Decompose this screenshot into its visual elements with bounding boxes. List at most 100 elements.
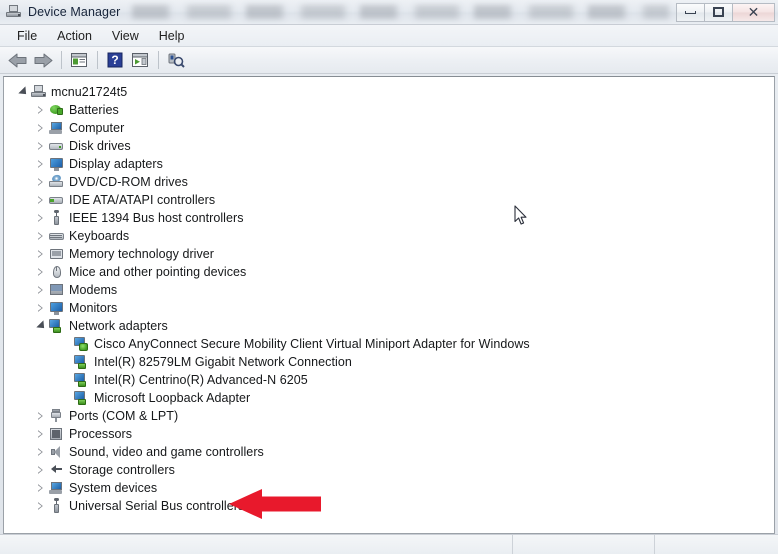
expander-closed-icon[interactable] [34, 119, 48, 137]
tree-node-label: Universal Serial Bus controllers [69, 499, 245, 513]
expander-open-icon[interactable] [34, 317, 48, 335]
tree-node-ide-controllers[interactable]: IDE ATA/ATAPI controllers [10, 191, 774, 209]
expander-closed-icon[interactable] [34, 497, 48, 515]
window-title: Device Manager [28, 5, 121, 19]
tree-node-computer[interactable]: Computer [10, 119, 774, 137]
tree-node-root[interactable]: mcnu21724t5 [10, 83, 774, 101]
network-adapter-child-icon [73, 336, 90, 352]
help-button[interactable]: ? [103, 49, 127, 71]
keyboard-icon [48, 228, 65, 244]
expander-closed-icon[interactable] [34, 263, 48, 281]
show-hide-console-tree-button[interactable] [128, 49, 152, 71]
menu-item-action[interactable]: Action [48, 27, 101, 45]
status-pane-secondary [512, 535, 654, 554]
forward-button[interactable] [31, 49, 55, 71]
computer-icon [30, 84, 47, 100]
tree-node-keyboards[interactable]: Keyboards [10, 227, 774, 245]
expander-closed-icon[interactable] [34, 407, 48, 425]
window-controls: ✕ [676, 2, 775, 22]
expander-closed-icon[interactable] [34, 245, 48, 263]
tree-node-microsoft-loopback-adapter[interactable]: Microsoft Loopback Adapter [10, 389, 774, 407]
tree-node-label: Intel(R) Centrino(R) Advanced-N 6205 [94, 373, 308, 387]
tree-node-ports[interactable]: Ports (COM & LPT) [10, 407, 774, 425]
tree-node-memory-technology-driver[interactable]: Memory technology driver [10, 245, 774, 263]
storage-controller-icon [48, 462, 65, 478]
tree-node-network-adapters[interactable]: Network adapters [10, 317, 774, 335]
device-manager-icon [5, 4, 23, 20]
tree-node-display-adapters[interactable]: Display adapters [10, 155, 774, 173]
title-bar: Device Manager ✕ [0, 0, 778, 25]
help-question-icon: ? [107, 52, 123, 68]
status-bar [0, 534, 778, 554]
toolbar-separator [61, 51, 62, 69]
expander-closed-icon[interactable] [34, 461, 48, 479]
usb-controller-icon [48, 498, 65, 514]
mouse-pointer [514, 205, 528, 226]
tree-node-intel-82579lm[interactable]: Intel(R) 82579LM Gigabit Network Connect… [10, 353, 774, 371]
expander-open-icon[interactable] [16, 83, 30, 101]
device-manager-window: Device Manager ✕ File Action View Help ?… [0, 0, 778, 554]
device-tree: mcnu21724t5 Batteries Computer Disk driv… [4, 77, 774, 515]
expander-closed-icon[interactable] [34, 227, 48, 245]
expander-closed-icon[interactable] [34, 443, 48, 461]
tree-node-label: Mice and other pointing devices [69, 265, 247, 279]
tree-node-monitors[interactable]: Monitors [10, 299, 774, 317]
properties-icon [71, 53, 87, 67]
tree-node-label: Monitors [69, 301, 118, 315]
tree-node-label: Network adapters [69, 319, 168, 333]
tree-node-modems[interactable]: Modems [10, 281, 774, 299]
back-button[interactable] [6, 49, 30, 71]
expander-closed-icon[interactable] [34, 191, 48, 209]
svg-text:?: ? [111, 53, 118, 67]
expander-closed-icon[interactable] [34, 137, 48, 155]
expander-closed-icon[interactable] [34, 299, 48, 317]
maximize-icon [713, 7, 724, 17]
menu-item-view[interactable]: View [103, 27, 148, 45]
tree-node-batteries[interactable]: Batteries [10, 101, 774, 119]
maximize-button[interactable] [704, 2, 733, 22]
expander-closed-icon[interactable] [34, 479, 48, 497]
tree-node-dvd-cdrom-drives[interactable]: DVD/CD-ROM drives [10, 173, 774, 191]
tree-node-label: Keyboards [69, 229, 130, 243]
tree-node-sound-video-game-controllers[interactable]: Sound, video and game controllers [10, 443, 774, 461]
tree-node-mice-pointing-devices[interactable]: Mice and other pointing devices [10, 263, 774, 281]
status-pane-main [0, 535, 512, 554]
menu-bar: File Action View Help [0, 25, 778, 47]
expander-closed-icon[interactable] [34, 209, 48, 227]
tree-node-disk-drives[interactable]: Disk drives [10, 137, 774, 155]
forward-arrow-icon [34, 53, 53, 67]
computer-monitor-icon [48, 120, 65, 136]
port-icon [48, 408, 65, 424]
tree-node-label: System devices [69, 481, 158, 495]
expander-closed-icon[interactable] [34, 101, 48, 119]
sound-icon [48, 444, 65, 460]
expander-closed-icon[interactable] [34, 155, 48, 173]
mouse-icon [48, 264, 65, 280]
tree-node-processors[interactable]: Processors [10, 425, 774, 443]
device-tree-panel[interactable]: mcnu21724t5 Batteries Computer Disk driv… [3, 76, 775, 534]
expander-closed-icon[interactable] [34, 281, 48, 299]
menu-item-help[interactable]: Help [150, 27, 194, 45]
tree-node-intel-centrino-6205[interactable]: Intel(R) Centrino(R) Advanced-N 6205 [10, 371, 774, 389]
network-adapter-child-icon [73, 354, 90, 370]
tree-node-label: IDE ATA/ATAPI controllers [69, 193, 216, 207]
toolbar: ? [0, 47, 778, 74]
properties-button[interactable] [67, 49, 91, 71]
expander-closed-icon[interactable] [34, 173, 48, 191]
tree-node-system-devices[interactable]: System devices [10, 479, 774, 497]
expander-closed-icon[interactable] [34, 425, 48, 443]
tree-node-label: Intel(R) 82579LM Gigabit Network Connect… [94, 355, 352, 369]
minimize-button[interactable] [676, 2, 705, 22]
tree-node-storage-controllers[interactable]: Storage controllers [10, 461, 774, 479]
tree-node-label: mcnu21724t5 [51, 85, 128, 99]
tree-node-label: Ports (COM & LPT) [69, 409, 179, 423]
tree-node-label: Sound, video and game controllers [69, 445, 264, 459]
dvd-drive-icon [48, 173, 65, 190]
close-button[interactable]: ✕ [732, 2, 775, 22]
processor-icon [48, 426, 65, 442]
tree-node-usb-controllers[interactable]: Universal Serial Bus controllers [10, 497, 774, 515]
tree-node-cisco-anyconnect-adapter[interactable]: Cisco AnyConnect Secure Mobility Client … [10, 335, 774, 353]
tree-node-ieee1394[interactable]: IEEE 1394 Bus host controllers [10, 209, 774, 227]
scan-hardware-changes-button[interactable] [164, 49, 188, 71]
menu-item-file[interactable]: File [8, 27, 46, 45]
